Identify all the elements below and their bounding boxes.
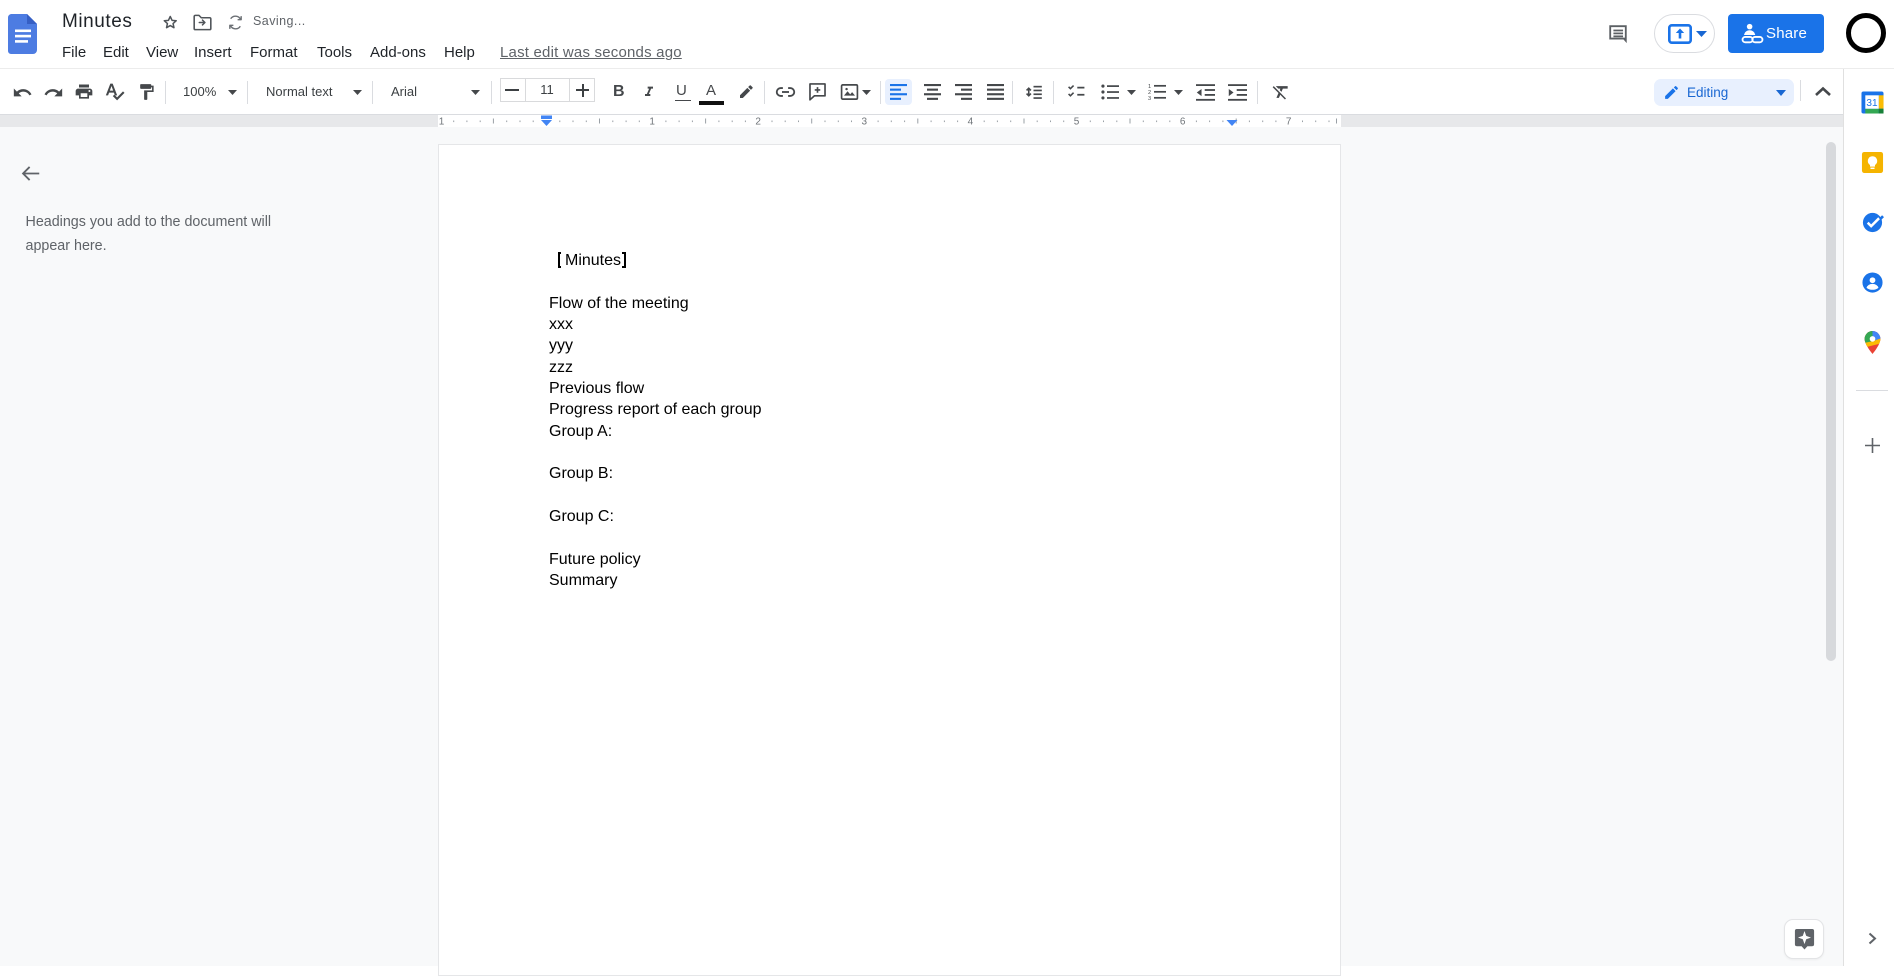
svg-text:4: 4 (968, 117, 974, 128)
svg-text:6: 6 (1180, 117, 1186, 128)
svg-text:3: 3 (1148, 96, 1151, 101)
svg-text:5: 5 (1074, 117, 1080, 128)
svg-text:1: 1 (1148, 84, 1151, 90)
svg-text:1: 1 (649, 117, 655, 128)
svg-text:1: 1 (439, 117, 445, 128)
svg-text:2: 2 (755, 117, 761, 128)
svg-text:3: 3 (862, 117, 868, 128)
svg-text:31: 31 (1866, 98, 1878, 109)
svg-text:2: 2 (1148, 90, 1151, 96)
svg-text:7: 7 (1286, 117, 1292, 128)
